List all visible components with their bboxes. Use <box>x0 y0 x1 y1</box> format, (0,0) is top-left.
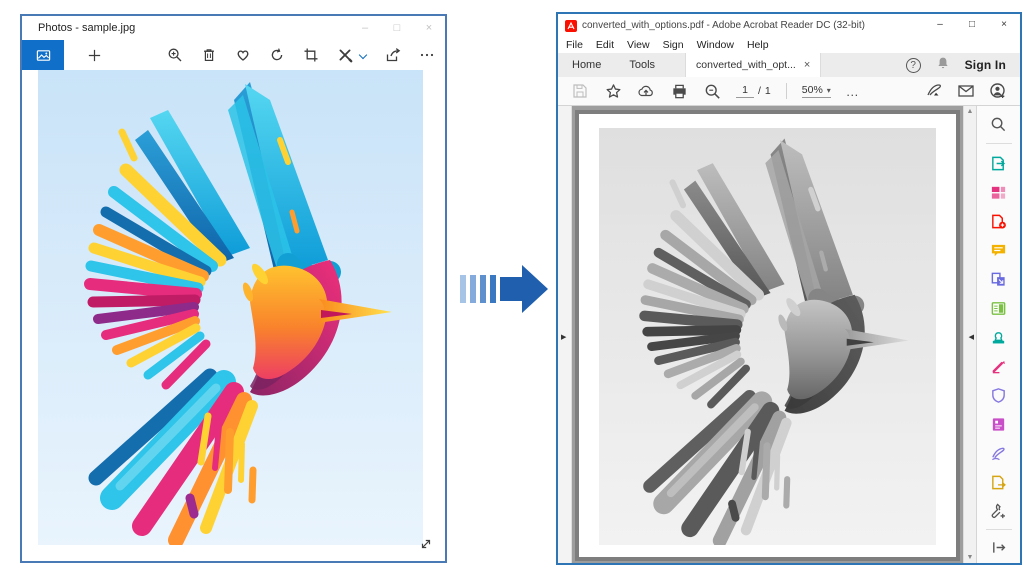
tab-document[interactable]: converted_with_opt... × <box>685 53 821 77</box>
export-pdf-icon[interactable] <box>989 153 1009 173</box>
maximize-button[interactable]: □ <box>381 16 413 40</box>
tabbar-right-cluster: ? Sign In <box>906 53 1020 77</box>
tab-document-label: converted_with_opt... <box>696 59 796 71</box>
page-total: 1 <box>765 85 771 97</box>
minimize-button[interactable]: – <box>924 14 956 36</box>
send-mail-icon[interactable] <box>957 82 975 100</box>
edit-dropdown-chevron-icon[interactable] <box>359 50 367 58</box>
photo-sample-jpg <box>38 70 423 545</box>
rail-divider <box>986 143 1012 144</box>
close-button[interactable]: × <box>988 14 1020 36</box>
collapse-tools-pane-icon[interactable]: ◀ <box>969 333 974 341</box>
picture-icon <box>35 47 52 64</box>
more-tools-icon[interactable] <box>989 501 1009 521</box>
request-signatures-icon[interactable] <box>989 472 1009 492</box>
certificates-icon[interactable] <box>989 443 1009 463</box>
favorite-heart-icon[interactable] <box>234 47 251 64</box>
hummingbird-artwork <box>38 70 423 545</box>
acrobat-menubar: File Edit View Sign Window Help <box>558 36 1020 53</box>
photos-window: Photos - sample.jpg – □ × <box>20 14 447 563</box>
edit-create-icon[interactable] <box>336 47 353 64</box>
acrobat-titlebar: converted_with_options.pdf - Adobe Acrob… <box>558 14 1020 36</box>
combine-files-icon[interactable] <box>989 269 1009 289</box>
pdf-page <box>575 110 960 561</box>
acrobat-tabbar: Home Tools converted_with_opt... × ? Sig… <box>558 53 1020 77</box>
notifications-bell-icon[interactable] <box>936 56 950 75</box>
crop-icon[interactable] <box>302 47 319 64</box>
zoom-caret-icon: ▾ <box>827 86 831 95</box>
protect-icon[interactable] <box>989 385 1009 405</box>
delete-icon[interactable] <box>200 47 217 64</box>
fill-and-sign-icon[interactable] <box>989 356 1009 376</box>
minimize-button[interactable]: – <box>349 16 381 40</box>
page-number-input[interactable]: 1 <box>736 84 754 98</box>
rotate-icon[interactable] <box>268 47 285 64</box>
acrobat-toolbar: 1 / 1 50% ▾ … <box>558 77 1020 106</box>
scroll-up-icon[interactable]: ▲ <box>967 108 974 115</box>
open-tools-pane-icon[interactable] <box>989 537 1009 557</box>
find-icon[interactable] <box>703 82 721 100</box>
page-controls: 1 / 1 <box>736 84 771 98</box>
acrobat-window-title: converted_with_options.pdf - Adobe Acrob… <box>582 20 924 31</box>
print-icon[interactable] <box>670 82 688 100</box>
zoom-level-select[interactable]: 50% ▾ <box>802 84 831 98</box>
acrobat-main-area: ▶ ▲ ▼ ◀ <box>558 106 1020 563</box>
cloud-share-icon[interactable] <box>637 82 655 100</box>
share-icon[interactable] <box>384 47 401 64</box>
hummingbird-artwork-grayscale <box>599 128 936 545</box>
tools-rail <box>976 106 1020 563</box>
photos-titlebar: Photos - sample.jpg – □ × <box>22 16 445 40</box>
open-nav-pane-icon[interactable]: ▶ <box>561 333 566 341</box>
menu-edit[interactable]: Edit <box>596 39 614 51</box>
menu-file[interactable]: File <box>566 39 583 51</box>
save-icon[interactable] <box>571 82 589 100</box>
expand-fullscreen-icon[interactable] <box>419 537 433 556</box>
sign-in-button[interactable]: Sign In <box>965 58 1006 72</box>
acrobat-app-icon <box>565 19 577 31</box>
account-add-icon[interactable] <box>989 82 1007 100</box>
rail-divider <box>986 529 1012 530</box>
acrobat-window-controls: – □ × <box>924 14 1020 36</box>
help-icon[interactable]: ? <box>906 58 921 73</box>
toolbar-right-cluster <box>925 82 1007 100</box>
organize-pages-icon[interactable] <box>989 182 1009 202</box>
toolbar-separator <box>786 83 787 99</box>
scan-ocr-icon[interactable] <box>989 414 1009 434</box>
star-favorite-icon[interactable] <box>604 82 622 100</box>
pdf-image-grayscale <box>599 128 936 545</box>
acrobat-window: converted_with_options.pdf - Adobe Acrob… <box>556 12 1022 565</box>
close-button[interactable]: × <box>413 16 445 40</box>
toolbar-more-icon[interactable]: … <box>846 84 860 99</box>
screenshot-canvas: Photos - sample.jpg – □ × <box>0 0 1024 582</box>
comment-icon[interactable] <box>989 240 1009 260</box>
stamp-icon[interactable] <box>989 327 1009 347</box>
document-viewport <box>572 106 963 563</box>
tab-close-icon[interactable]: × <box>804 59 810 71</box>
scroll-down-icon[interactable]: ▼ <box>967 554 974 561</box>
photos-window-title: Photos - sample.jpg <box>22 22 349 34</box>
rail-bottom-cluster <box>977 529 1020 557</box>
collection-view-button[interactable] <box>22 40 64 70</box>
navigation-pane-strip[interactable]: ▶ <box>558 106 572 563</box>
photos-toolbar <box>22 40 445 70</box>
fill-sign-pen-icon[interactable] <box>925 82 943 100</box>
photos-window-controls: – □ × <box>349 16 445 40</box>
edit-pdf-icon[interactable] <box>989 298 1009 318</box>
tab-tools[interactable]: Tools <box>615 53 669 77</box>
create-pdf-icon[interactable] <box>989 211 1009 231</box>
tab-home[interactable]: Home <box>558 53 615 77</box>
photos-toolbar-actions <box>166 47 445 64</box>
menu-help[interactable]: Help <box>747 39 769 51</box>
see-more-icon[interactable] <box>418 47 435 64</box>
menu-sign[interactable]: Sign <box>663 39 684 51</box>
zoom-value: 50% <box>802 84 823 96</box>
conversion-arrow-icon <box>458 258 550 320</box>
search-icon[interactable] <box>989 114 1009 134</box>
page-divider: / <box>758 85 761 97</box>
add-button[interactable] <box>86 47 103 64</box>
zoom-in-icon[interactable] <box>166 47 183 64</box>
menu-view[interactable]: View <box>627 39 650 51</box>
menu-window[interactable]: Window <box>697 39 734 51</box>
maximize-button[interactable]: □ <box>956 14 988 36</box>
